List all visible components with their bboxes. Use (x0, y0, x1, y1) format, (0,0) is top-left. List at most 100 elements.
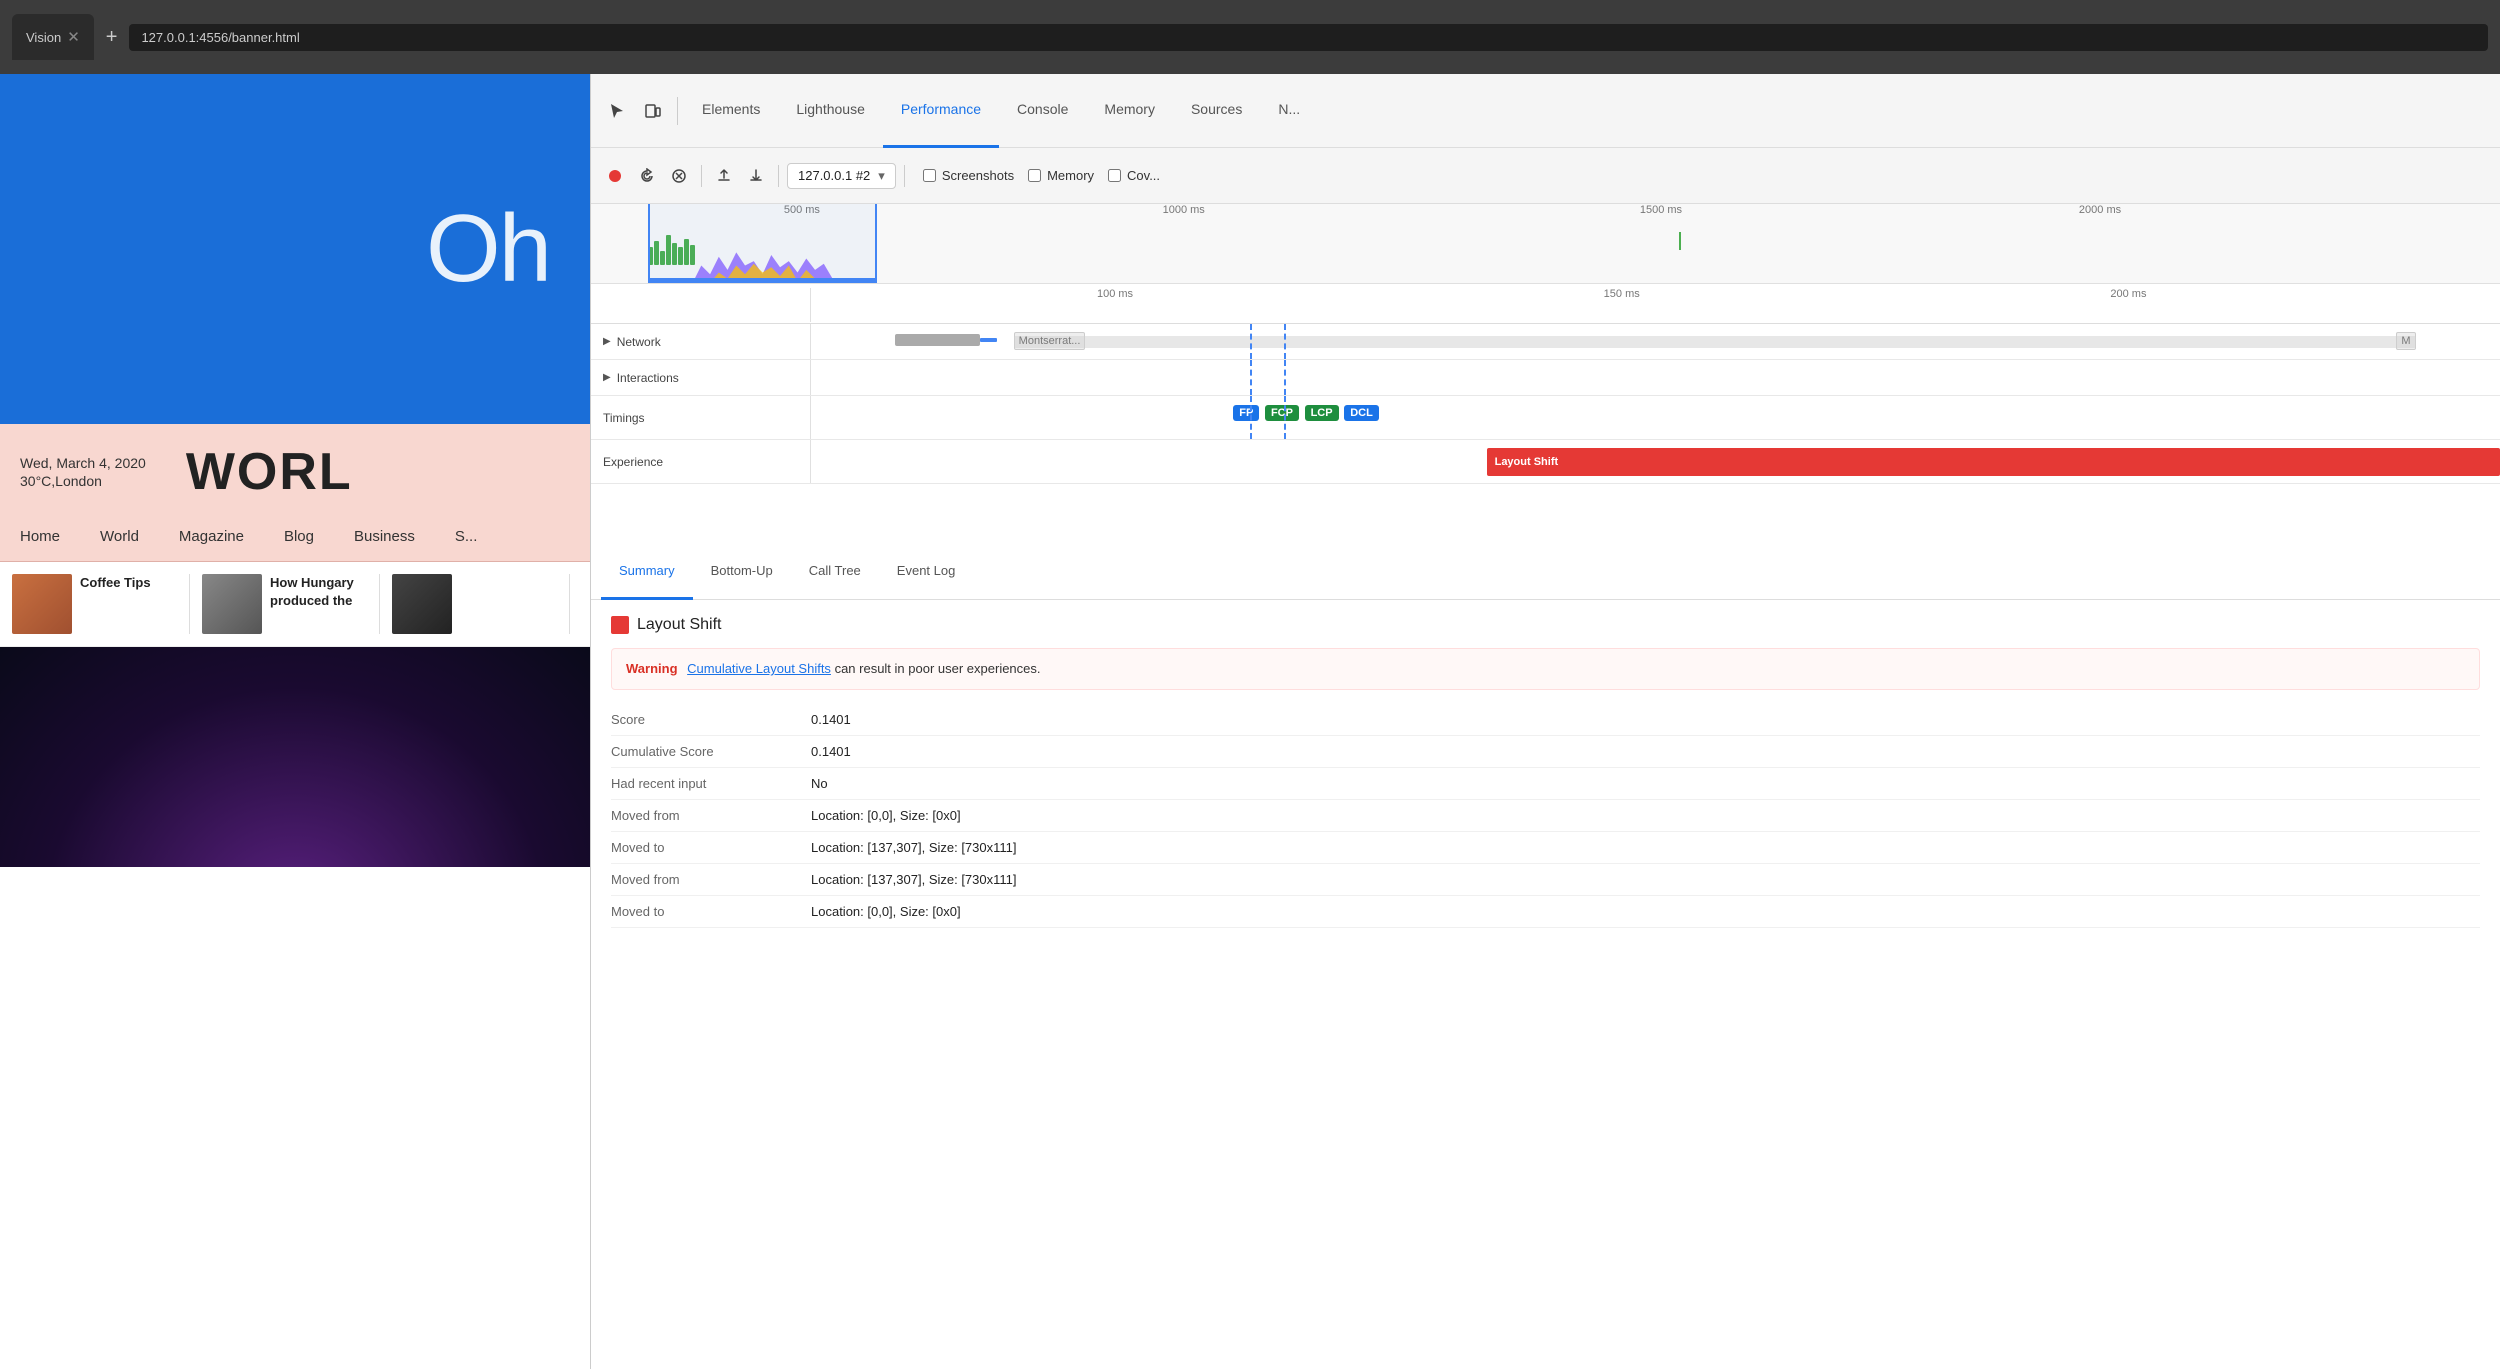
data-label-cumulative-score: Cumulative Score (611, 744, 791, 759)
devtools-tab-bar: Elements Lighthouse Performance Console … (591, 74, 2500, 148)
warning-label: Warning (626, 661, 678, 676)
download-button[interactable] (742, 162, 770, 190)
network-bar-blue (980, 338, 997, 342)
article-thumb-hungary (202, 574, 262, 634)
track-timings: Timings FP FCP LCP DCL (591, 396, 2500, 440)
screenshots-label: Screenshots (942, 168, 1014, 183)
device-icon-button[interactable] (635, 93, 671, 129)
reload-button[interactable] (633, 162, 661, 190)
toolbar-separator-2 (778, 165, 779, 187)
badge-fp: FP (1233, 405, 1259, 421)
article-title-coffee: Coffee Tips (80, 574, 151, 592)
devtools-toolbar: 127.0.0.1 #2 ▾ Screenshots Memory Cov... (591, 148, 2500, 204)
data-value-cumulative-score: 0.1401 (811, 744, 851, 759)
tab-console[interactable]: Console (999, 74, 1086, 148)
track-label-timings[interactable]: Timings (591, 396, 811, 439)
screenshots-checkbox[interactable] (923, 169, 936, 182)
badge-dcl: DCL (1344, 405, 1379, 421)
nav-world[interactable]: World (100, 528, 139, 545)
new-tab-button[interactable]: + (102, 22, 122, 53)
ruler-150ms: 150 ms (1604, 288, 1640, 300)
upload-button[interactable] (710, 162, 738, 190)
data-row-moved-to-1: Moved to Location: [137,307], Size: [730… (611, 832, 2480, 864)
nav-magazine[interactable]: Magazine (179, 528, 244, 545)
date-text: Wed, March 4, 2020 (20, 455, 146, 471)
address-bar[interactable]: 127.0.0.1:4556/banner.html (129, 24, 2488, 51)
flame-chart-container[interactable]: ▶ Network Montserrat... M (591, 324, 2500, 544)
clear-button[interactable] (665, 162, 693, 190)
world-title: WORL (186, 442, 353, 502)
layout-shift-icon (611, 616, 629, 634)
track-arrow-network: ▶ (603, 336, 611, 347)
data-value-score: 0.1401 (811, 712, 851, 727)
viewport-selection[interactable] (648, 204, 877, 283)
network-bar-gray (895, 334, 979, 346)
record-button[interactable] (601, 162, 629, 190)
article-thumb-3 (392, 574, 452, 634)
tab-lighthouse[interactable]: Lighthouse (778, 74, 883, 148)
layout-shift-bar-label: Layout Shift (1495, 456, 1559, 468)
profile-selector[interactable]: 127.0.0.1 #2 ▾ (787, 163, 896, 189)
tab-call-tree[interactable]: Call Tree (791, 544, 879, 600)
memory-checkbox-group: Memory (1028, 168, 1094, 183)
track-network: ▶ Network Montserrat... M (591, 324, 2500, 360)
weather-text: 30°C,London (20, 473, 146, 489)
tab-event-log[interactable]: Event Log (879, 544, 974, 600)
track-label-interactions[interactable]: ▶ Interactions (591, 360, 811, 395)
article-item-hungary[interactable]: How Hungary produced the (190, 574, 380, 634)
profile-label: 127.0.0.1 #2 (798, 168, 870, 183)
tab-bottom-up[interactable]: Bottom-Up (693, 544, 791, 600)
track-content-interactions (811, 360, 2500, 395)
article-thumb-coffee (12, 574, 72, 634)
data-label-score: Score (611, 712, 791, 727)
data-label-recent-input: Had recent input (611, 776, 791, 791)
data-value-moved-from-2: Location: [137,307], Size: [730x111] (811, 872, 1017, 887)
article-title-hungary: How Hungary produced the (270, 574, 367, 610)
data-label-moved-from-2: Moved from (611, 872, 791, 887)
nav-more[interactable]: S... (455, 528, 478, 545)
data-row-score: Score 0.1401 (611, 704, 2480, 736)
nav-blog[interactable]: Blog (284, 528, 314, 545)
data-value-recent-input: No (811, 776, 828, 791)
article-item-3 (380, 574, 570, 634)
track-label-network[interactable]: ▶ Network (591, 324, 811, 359)
tab-elements[interactable]: Elements (684, 74, 778, 148)
cursor-icon-button[interactable] (599, 93, 635, 129)
bottom-tabs: Summary Bottom-Up Call Tree Event Log (591, 544, 2500, 600)
badge-lcp: LCP (1305, 405, 1339, 421)
browser-chrome: Vision ✕ + 127.0.0.1:4556/banner.html (0, 0, 2500, 74)
data-value-moved-to-2: Location: [0,0], Size: [0x0] (811, 904, 961, 919)
nav-home[interactable]: Home (20, 528, 60, 545)
track-content-experience: Layout Shift (811, 440, 2500, 483)
nav-business[interactable]: Business (354, 528, 415, 545)
track-interactions: ▶ Interactions (591, 360, 2500, 396)
tab-n[interactable]: N... (1260, 74, 1318, 148)
tab-sources[interactable]: Sources (1173, 74, 1260, 148)
concert-crowd-bg (0, 647, 590, 867)
article-item-coffee[interactable]: Coffee Tips (0, 574, 190, 634)
timeline-ruler: 100 ms 150 ms 200 ms (591, 284, 2500, 322)
tab-title: Vision (26, 30, 61, 45)
tab-memory[interactable]: Memory (1086, 74, 1173, 148)
devtools-panel: Elements Lighthouse Performance Console … (590, 74, 2500, 1369)
memory-checkbox[interactable] (1028, 169, 1041, 182)
layout-shift-bar[interactable]: Layout Shift (1487, 448, 2500, 476)
data-row-cumulative-score: Cumulative Score 0.1401 (611, 736, 2480, 768)
toolbar-separator-1 (701, 165, 702, 187)
timeline-minimap[interactable]: 500 ms 1000 ms 1500 ms 2000 ms (591, 204, 2500, 284)
layout-shift-title: Layout Shift (637, 616, 722, 634)
tab-close-button[interactable]: ✕ (67, 28, 80, 46)
tab-summary[interactable]: Summary (601, 544, 693, 600)
bottom-devtools: Summary Bottom-Up Call Tree Event Log La… (591, 544, 2500, 1369)
warning-link[interactable]: Cumulative Layout Shifts (687, 661, 831, 676)
coverage-checkbox[interactable] (1108, 169, 1121, 182)
screenshots-checkbox-group: Screenshots (923, 168, 1014, 183)
dropdown-arrow-icon: ▾ (878, 168, 885, 184)
track-name-experience: Experience (603, 455, 663, 469)
data-value-moved-to-1: Location: [137,307], Size: [730x111] (811, 840, 1017, 855)
tab-performance[interactable]: Performance (883, 74, 999, 148)
timeline-scrubber[interactable] (648, 278, 877, 283)
browser-tab[interactable]: Vision ✕ (12, 14, 94, 60)
track-label-experience[interactable]: Experience (591, 440, 811, 483)
toolbar-separator-3 (904, 165, 905, 187)
